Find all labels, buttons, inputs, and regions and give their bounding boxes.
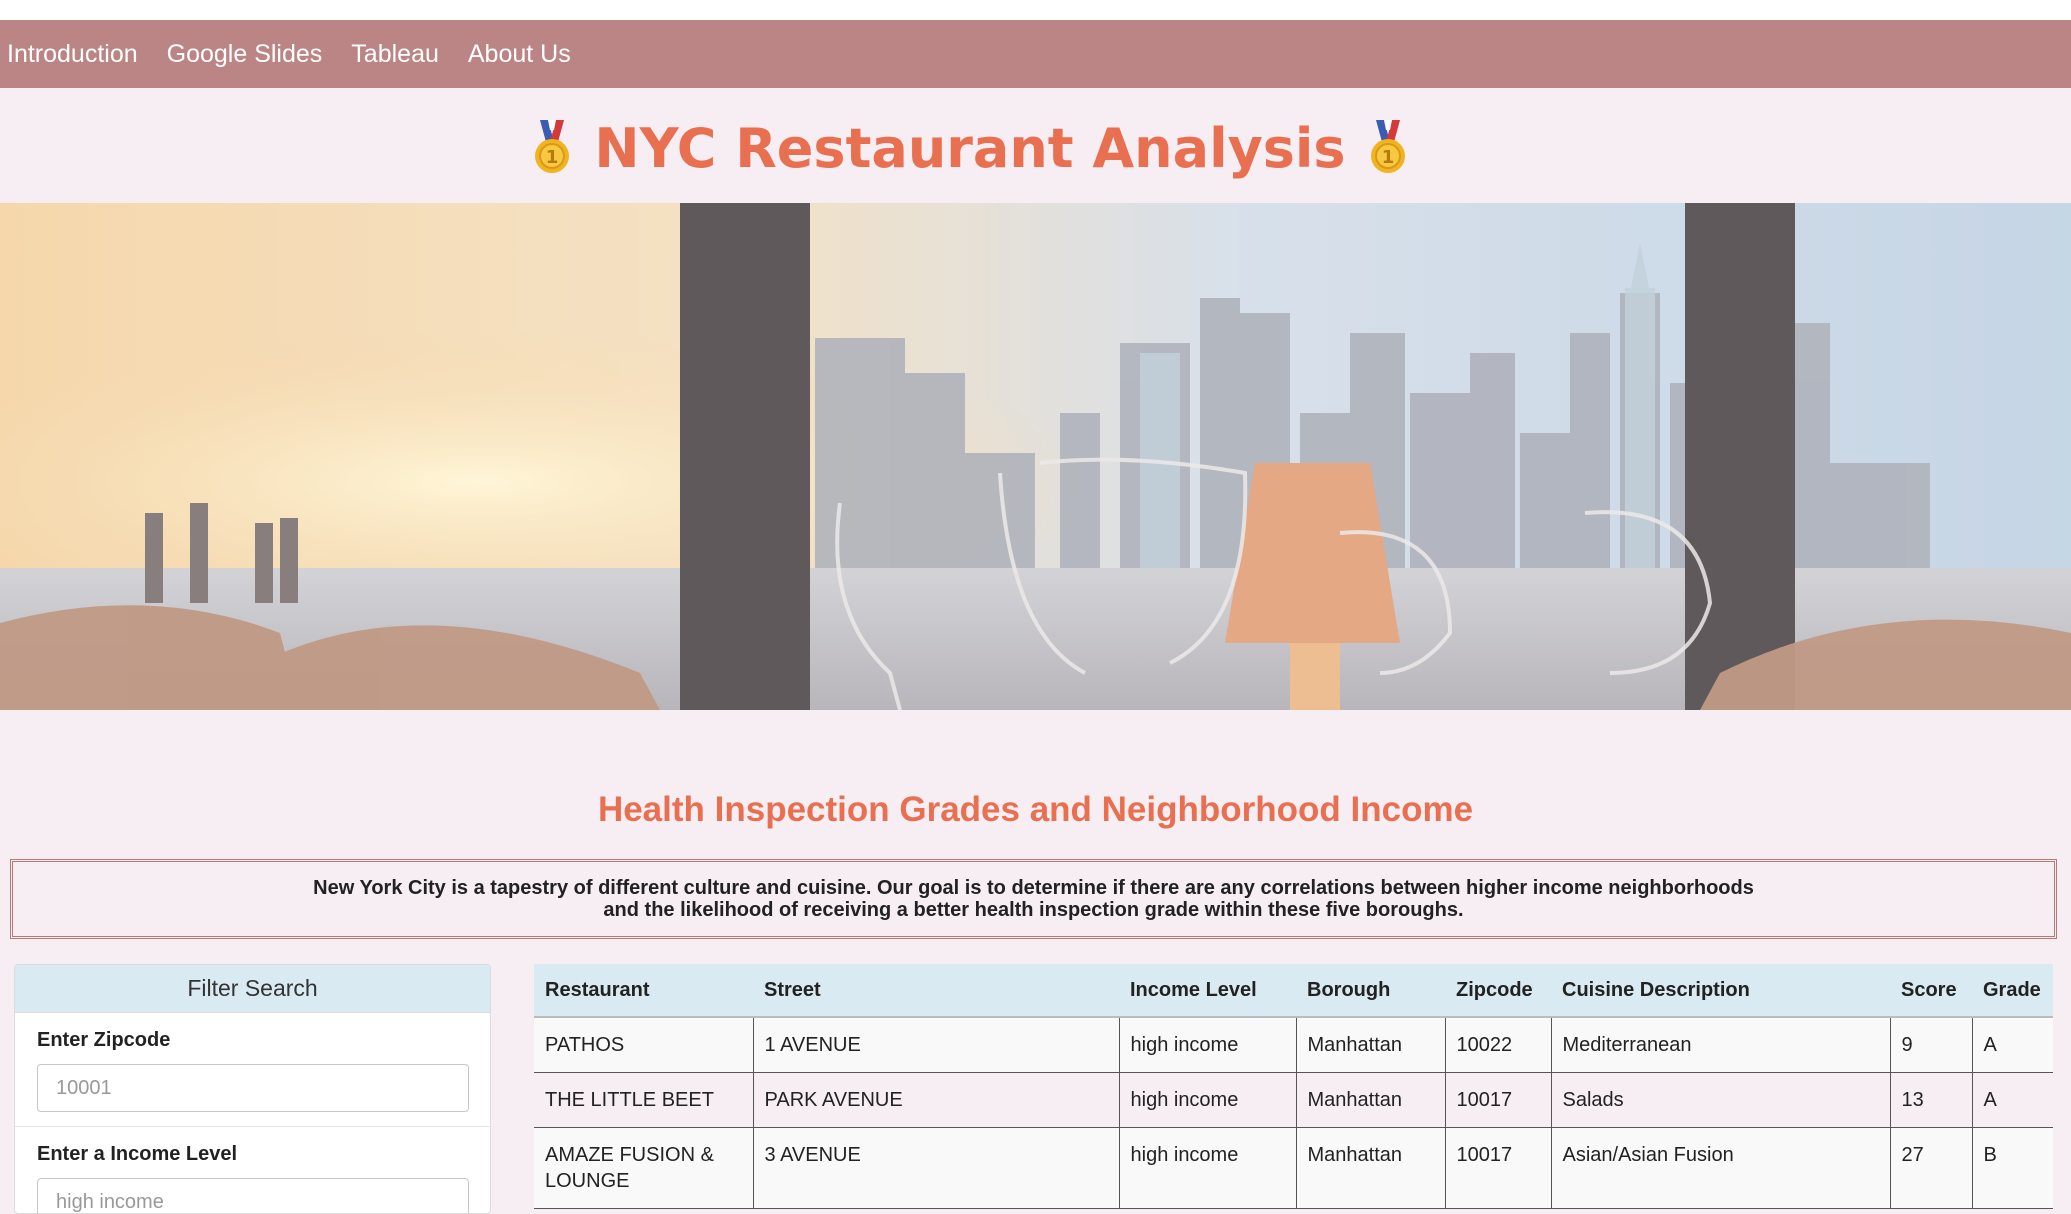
cell-restaurant: PATHOS [534, 1017, 754, 1073]
zipcode-label: Enter Zipcode [37, 1029, 171, 1051]
page-header: 1 NYC Restaurant Analysis 1 [0, 108, 1940, 188]
cell-score: 13 [1890, 1072, 1973, 1128]
hero-image [0, 203, 2071, 710]
cell-income-level: high income [1119, 1017, 1297, 1073]
cell-street: 3 AVENUE [753, 1127, 1120, 1209]
results-table-container: Restaurant Street Income Level Borough Z… [534, 964, 2053, 1214]
cell-score: 9 [1890, 1017, 1973, 1073]
cell-income-level: high income [1119, 1127, 1297, 1209]
cell-score: 27 [1890, 1127, 1973, 1209]
column-header-restaurant[interactable]: Restaurant [534, 964, 753, 1018]
intro-box: New York City is a tapestry of different… [10, 859, 2057, 939]
cell-grade: A [1972, 1017, 2053, 1073]
column-header-borough[interactable]: Borough [1296, 964, 1445, 1018]
cell-cuisine: Asian/Asian Fusion [1551, 1127, 1891, 1209]
table-row: AMAZE FUSION & LOUNGE 3 AVENUE high inco… [534, 1127, 2053, 1209]
cell-cuisine: Salads [1551, 1072, 1891, 1128]
cell-zipcode: 10017 [1445, 1127, 1552, 1209]
table-row: THE LITTLE BEET PARK AVENUE high income … [534, 1072, 2053, 1128]
income-input[interactable] [37, 1178, 469, 1213]
top-navbar: Introduction Google Slides Tableau About… [0, 20, 2071, 88]
column-header-grade[interactable]: Grade [1972, 964, 2053, 1018]
results-table: Restaurant Street Income Level Borough Z… [534, 964, 2053, 1209]
nav-about-us-link[interactable]: About Us [468, 40, 571, 69]
column-header-cuisine[interactable]: Cuisine Description [1551, 964, 1890, 1018]
cell-grade: A [1972, 1072, 2053, 1128]
table-row: PATHOS 1 AVENUE high income Manhattan 10… [534, 1017, 2053, 1073]
cell-restaurant: AMAZE FUSION & LOUNGE [534, 1127, 754, 1209]
nav-google-slides-link[interactable]: Google Slides [167, 40, 323, 69]
section-title: Health Inspection Grades and Neighborhoo… [597, 790, 1474, 829]
first-place-medal-icon: 1 [532, 120, 572, 176]
nav-introduction-link[interactable]: Introduction [7, 40, 138, 69]
cell-grade: B [1972, 1127, 2053, 1209]
browser-top-strip [0, 0, 2071, 20]
svg-text:1: 1 [546, 147, 559, 168]
cell-borough: Manhattan [1296, 1017, 1446, 1073]
cell-restaurant: THE LITTLE BEET [534, 1072, 754, 1128]
zipcode-filter: Enter Zipcode [15, 1013, 490, 1127]
cell-street: 1 AVENUE [753, 1017, 1120, 1073]
filter-panel: Filter Search Enter Zipcode Enter a Inco… [14, 964, 491, 1214]
cell-borough: Manhattan [1296, 1127, 1446, 1209]
cell-cuisine: Mediterranean [1551, 1017, 1891, 1073]
income-label: Enter a Income Level [37, 1143, 238, 1165]
column-header-income-level[interactable]: Income Level [1119, 964, 1296, 1018]
filter-panel-header: Filter Search [15, 965, 490, 1013]
nav-tableau-link[interactable]: Tableau [351, 40, 439, 69]
intro-text: New York City is a tapestry of different… [313, 877, 1754, 921]
column-header-street[interactable]: Street [753, 964, 1119, 1018]
zipcode-input[interactable] [37, 1064, 469, 1112]
cell-zipcode: 10017 [1445, 1072, 1552, 1128]
column-header-score[interactable]: Score [1890, 964, 1972, 1018]
cell-street: PARK AVENUE [753, 1072, 1120, 1128]
cell-income-level: high income [1119, 1072, 1297, 1128]
income-filter: Enter a Income Level [15, 1127, 490, 1213]
column-header-zipcode[interactable]: Zipcode [1445, 964, 1551, 1018]
page-title: NYC Restaurant Analysis [594, 116, 1346, 180]
svg-text:1: 1 [1381, 147, 1394, 168]
cell-zipcode: 10022 [1445, 1017, 1552, 1073]
table-header-row: Restaurant Street Income Level Borough Z… [534, 964, 2053, 1018]
first-place-medal-icon: 1 [1368, 120, 1408, 176]
cell-borough: Manhattan [1296, 1072, 1446, 1128]
